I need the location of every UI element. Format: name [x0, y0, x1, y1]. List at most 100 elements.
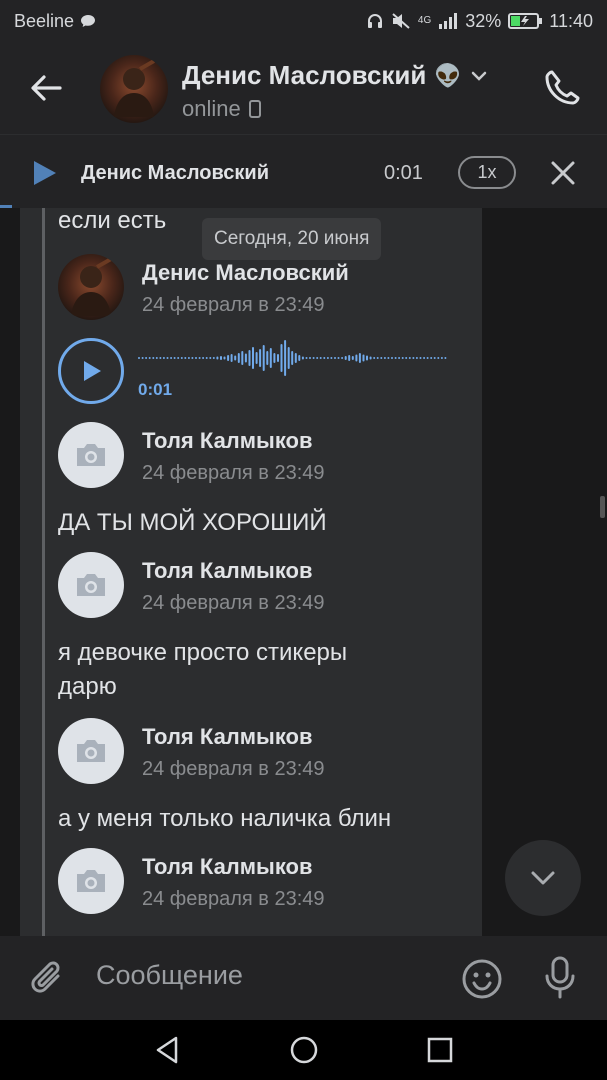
waveform-bar [337, 357, 340, 359]
waveform-bar [369, 356, 372, 360]
waveform-bar [159, 357, 162, 359]
player-time: 0:01 [384, 162, 423, 184]
chevron-down-icon[interactable] [470, 70, 488, 82]
waveform-bar [187, 357, 190, 359]
nav-recent-apps-icon[interactable] [424, 1034, 456, 1066]
forwarded-line [42, 208, 45, 936]
mute-icon [392, 13, 410, 29]
playback-speed-button[interactable]: 1x [458, 156, 516, 189]
waveform-bar [252, 347, 254, 369]
forwarded-author: Толя Калмыков [142, 724, 313, 749]
waveform-bar [437, 357, 440, 359]
android-nav-bar [0, 1020, 607, 1080]
waveform-bar [141, 357, 144, 359]
waveform-bar [351, 356, 354, 360]
contact-avatar[interactable] [100, 55, 168, 123]
back-arrow-icon[interactable] [26, 68, 66, 108]
message-text: ДА ТЫ МОЙ ХОРОШИЙ [58, 509, 327, 536]
forwarded-avatar[interactable] [58, 718, 124, 784]
close-icon[interactable] [549, 159, 577, 187]
microphone-icon[interactable] [540, 955, 580, 1001]
forwarded-avatar[interactable] [58, 848, 124, 914]
waveform-bar [309, 357, 311, 359]
forwarded-author: Толя Калмыков [142, 854, 313, 879]
nav-back-icon[interactable] [152, 1034, 184, 1066]
waveform-bar [394, 357, 397, 359]
waveform-bar [195, 357, 197, 359]
waveform-bar [152, 357, 155, 359]
signal-icon [439, 13, 458, 29]
forwarded-date: 24 февраля в 23:49 [142, 888, 325, 910]
forwarded-date: 24 февраля в 23:49 [142, 592, 325, 614]
nav-home-icon[interactable] [288, 1034, 320, 1066]
scroll-down-button[interactable] [505, 840, 581, 916]
headphones-icon [367, 14, 382, 28]
waveform-bar [419, 357, 422, 359]
phone-icon[interactable] [540, 66, 584, 110]
camera-icon [77, 574, 105, 596]
waveform-bar [412, 357, 415, 359]
waveform-bar [398, 357, 401, 359]
forwarded-avatar[interactable] [58, 552, 124, 618]
waveform-bar [234, 355, 237, 361]
message-input[interactable]: Сообщение [96, 960, 243, 991]
scrollbar[interactable] [600, 496, 605, 518]
waveform-bar [305, 357, 308, 359]
waveform-bar [230, 354, 233, 362]
online-status: online [182, 96, 241, 121]
waveform-bar [284, 340, 287, 376]
waveform-bar [237, 353, 240, 363]
camera-icon [77, 444, 105, 466]
waveform-bar [291, 351, 294, 365]
camera-icon [77, 870, 105, 892]
waveform-bar [426, 357, 429, 359]
waveform-bar [294, 353, 297, 363]
camera-icon [77, 740, 105, 762]
waveform-bar [205, 357, 208, 359]
forwarded-avatar[interactable] [58, 254, 124, 320]
message-text: если есть [58, 208, 167, 234]
waveform-bar [180, 357, 183, 359]
contact-name-row[interactable]: Денис Масловский 👽 [182, 60, 488, 91]
battery-icon [508, 13, 543, 29]
message-text-line: дарю [58, 673, 117, 700]
waveform-bar [301, 356, 304, 360]
voice-duration: 0:01 [138, 380, 173, 399]
waveform-bar [348, 355, 351, 361]
waveform-bar [148, 357, 151, 359]
waveform-bar [298, 355, 301, 361]
waveform-bar [216, 356, 219, 360]
compose-bar: Сообщение [0, 936, 607, 1020]
waveform-bar [212, 357, 215, 359]
waveform-bar [362, 354, 365, 362]
waveform-bar [227, 355, 230, 361]
waveform-bar [430, 357, 433, 359]
voice-play-button[interactable] [58, 338, 124, 404]
forwarded-date: 24 февраля в 23:49 [142, 294, 325, 316]
smile-icon[interactable] [460, 957, 504, 1001]
waveform-bar [376, 357, 379, 359]
waveform-bar [358, 353, 361, 363]
forwarded-author: Толя Калмыков [142, 428, 313, 453]
waveform-bar [373, 357, 376, 359]
waveform-bar [366, 355, 368, 361]
paperclip-icon[interactable] [28, 958, 68, 998]
chat-header: Денис Масловский 👽 online [0, 42, 607, 134]
play-icon[interactable] [30, 159, 58, 187]
waveform-bar [277, 354, 279, 362]
carrier: Beeline [14, 11, 96, 32]
clock: 11:40 [549, 10, 593, 31]
status-icons: 4G 32% 11:40 [366, 11, 593, 32]
contact-status: online [182, 96, 261, 122]
forwarded-avatar[interactable] [58, 422, 124, 488]
waveform-bar [405, 357, 408, 359]
waveform-bar [408, 357, 411, 359]
waveform-bar [433, 357, 436, 359]
waveform-bar [387, 357, 390, 359]
voice-waveform[interactable] [138, 336, 448, 380]
alien-emoji: 👽 [434, 62, 462, 88]
player-track-name: Денис Масловский [81, 162, 269, 184]
waveform-bar [162, 357, 165, 359]
waveform-bar [330, 357, 333, 359]
waveform-bar [191, 357, 194, 359]
